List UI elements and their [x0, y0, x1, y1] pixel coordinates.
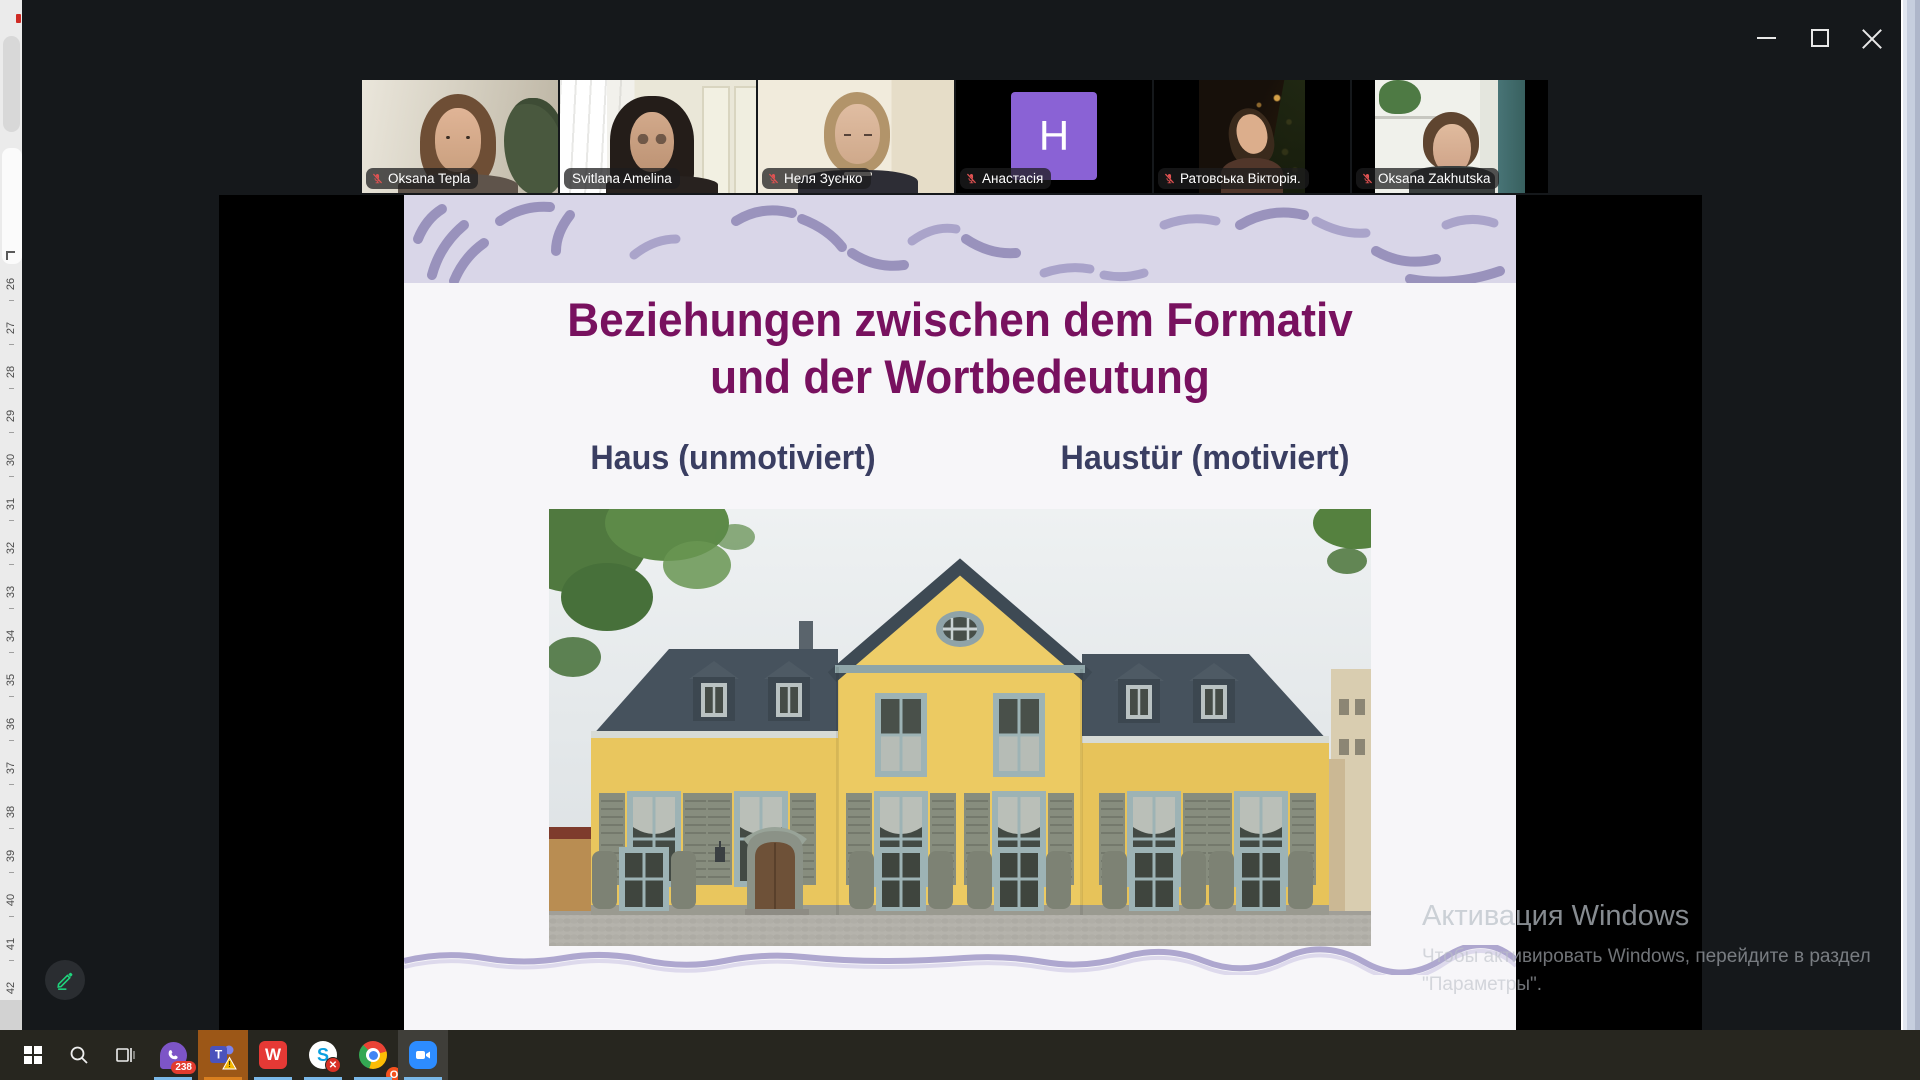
ruler-number: 40 [5, 889, 17, 911]
teams-icon: T ! [208, 1040, 238, 1070]
mic-muted-icon [1163, 172, 1176, 185]
avatar: H [1011, 92, 1097, 180]
background-app-red-mark [16, 14, 21, 23]
ruler-number: 32 [5, 537, 17, 559]
ruler-tick [9, 916, 14, 917]
ruler-tick [9, 564, 14, 565]
slide-decor-band [404, 195, 1516, 283]
ruler-tick [9, 608, 14, 609]
label-haustuer-motiviert: Haustür (motiviert) [1061, 439, 1350, 478]
ruler-number: 35 [5, 669, 17, 691]
ruler-tick [9, 872, 14, 873]
slide-labels-row: Haus (unmotiviert) Haustür (motiviert) [404, 439, 1516, 483]
schiller-house-photo [549, 509, 1371, 946]
windows-activation-watermark: Активация Windows Чтобы активировать Win… [1422, 900, 1892, 996]
svg-text:!: ! [228, 1059, 231, 1069]
ruler-number: 34 [5, 625, 17, 647]
taskbar-chrome[interactable]: O [348, 1030, 398, 1080]
participant-name-label: Oksana Zakhutska [1356, 168, 1499, 189]
skype-icon: S ✕ [309, 1041, 337, 1069]
taskbar: 238 T ! W S ✕ [0, 1030, 1920, 1080]
minimize-icon[interactable] [1757, 37, 1776, 39]
zoom-icon [409, 1041, 437, 1069]
participant-tile[interactable]: Ратовська Вікторія. [1154, 80, 1350, 193]
participant-tile[interactable]: Oksana Zakhutska [1352, 80, 1548, 193]
viber-badge: 238 [171, 1061, 196, 1074]
chrome-icon [359, 1041, 387, 1069]
start-button[interactable] [10, 1030, 56, 1080]
ruler-number: 38 [5, 801, 17, 823]
ruler-number: 29 [5, 405, 17, 427]
participant-name-label: Анастасія [960, 168, 1051, 189]
mic-muted-icon [965, 172, 978, 185]
taskbar-skype[interactable]: S ✕ [298, 1030, 348, 1080]
participant-name-label: Svitlana Amelina [564, 168, 680, 189]
ruler-number: 36 [5, 713, 17, 735]
ruler-tick [9, 828, 14, 829]
background-app-ruler-panel [2, 148, 22, 264]
background-app-scroll-thumb[interactable] [3, 36, 20, 132]
ruler-tick [9, 520, 14, 521]
ruler-tick [9, 784, 14, 785]
participant-tile[interactable]: H Анастасія [956, 80, 1152, 193]
mic-muted-icon [371, 172, 384, 185]
background-app-ruler-bottom [0, 1000, 22, 1030]
participant-name-label: Oksana Tepla [366, 168, 478, 189]
wave-line-decor [404, 945, 1516, 975]
ruler-tick [9, 740, 14, 741]
ruler-tick [9, 344, 14, 345]
participant-tile[interactable]: Oksana Tepla [362, 80, 558, 193]
ruler-tick [9, 388, 14, 389]
ruler-number: 41 [5, 933, 17, 955]
skype-error-badge: ✕ [325, 1057, 341, 1073]
ruler-tick [9, 432, 14, 433]
ruler-number: 30 [5, 449, 17, 471]
taskbar-teams[interactable]: T ! [198, 1030, 248, 1080]
tab-selector-icon[interactable] [6, 251, 15, 260]
ruler-tick [9, 960, 14, 961]
taskbar-viber[interactable]: 238 [148, 1030, 198, 1080]
svg-text:T: T [215, 1048, 223, 1062]
background-app-scrollbar[interactable] [1901, 0, 1920, 1030]
participant-tile-active-speaker[interactable]: Svitlana Amelina [560, 80, 756, 193]
label-haus-unmotiviert: Haus (unmotiviert) [590, 439, 875, 478]
ruler-tick [9, 696, 14, 697]
ruler-number: 39 [5, 845, 17, 867]
presentation-slide: Beziehungen zwischen dem Formativ und de… [404, 195, 1516, 1030]
brush-squiggles-decor [404, 195, 1516, 283]
slide-title: Beziehungen zwischen dem Formativ und de… [437, 291, 1482, 405]
annotate-button[interactable] [45, 960, 85, 1000]
ruler-number: 27 [5, 317, 17, 339]
task-view-icon [115, 1045, 135, 1065]
plant-decor [1379, 80, 1421, 114]
ruler-tick [9, 476, 14, 477]
ruler-number: 37 [5, 757, 17, 779]
taskbar-wps[interactable]: W [248, 1030, 298, 1080]
participant-name-label: Неля Зуєнко [762, 168, 871, 189]
close-icon[interactable] [1862, 27, 1882, 47]
curtain-decor [1498, 80, 1525, 193]
background-app-ruler: 26 27 28 29 30 31 32 33 34 35 36 37 38 39 40 41 42 [0, 0, 22, 1030]
ruler-number: 31 [5, 493, 17, 515]
task-view-button[interactable] [102, 1030, 148, 1080]
ruler-tick [9, 652, 14, 653]
ruler-number: 26 [5, 273, 17, 295]
search-icon [69, 1045, 89, 1065]
participant-tile[interactable]: Неля Зуєнко [758, 80, 954, 193]
mic-muted-icon [767, 172, 780, 185]
maximize-icon[interactable] [1811, 29, 1829, 47]
search-button[interactable] [56, 1030, 102, 1080]
wps-office-icon: W [259, 1041, 287, 1069]
pencil-icon [54, 969, 76, 991]
desktop-screen: 26 27 28 29 30 31 32 33 34 35 36 37 38 39 40 41 42 Oksan… [0, 0, 1920, 1080]
mic-muted-icon [1361, 172, 1374, 185]
participant-name-label: Ратовська Вікторія. [1158, 168, 1309, 189]
ruler-number: 33 [5, 581, 17, 603]
taskbar-zoom[interactable] [398, 1030, 448, 1080]
participant-filmstrip: Oksana Tepla Svitlana Amelina [362, 80, 1550, 193]
ruler-tick [9, 300, 14, 301]
ruler-number: 28 [5, 361, 17, 383]
ruler-number: 42 [5, 977, 17, 999]
start-icon [24, 1046, 42, 1064]
